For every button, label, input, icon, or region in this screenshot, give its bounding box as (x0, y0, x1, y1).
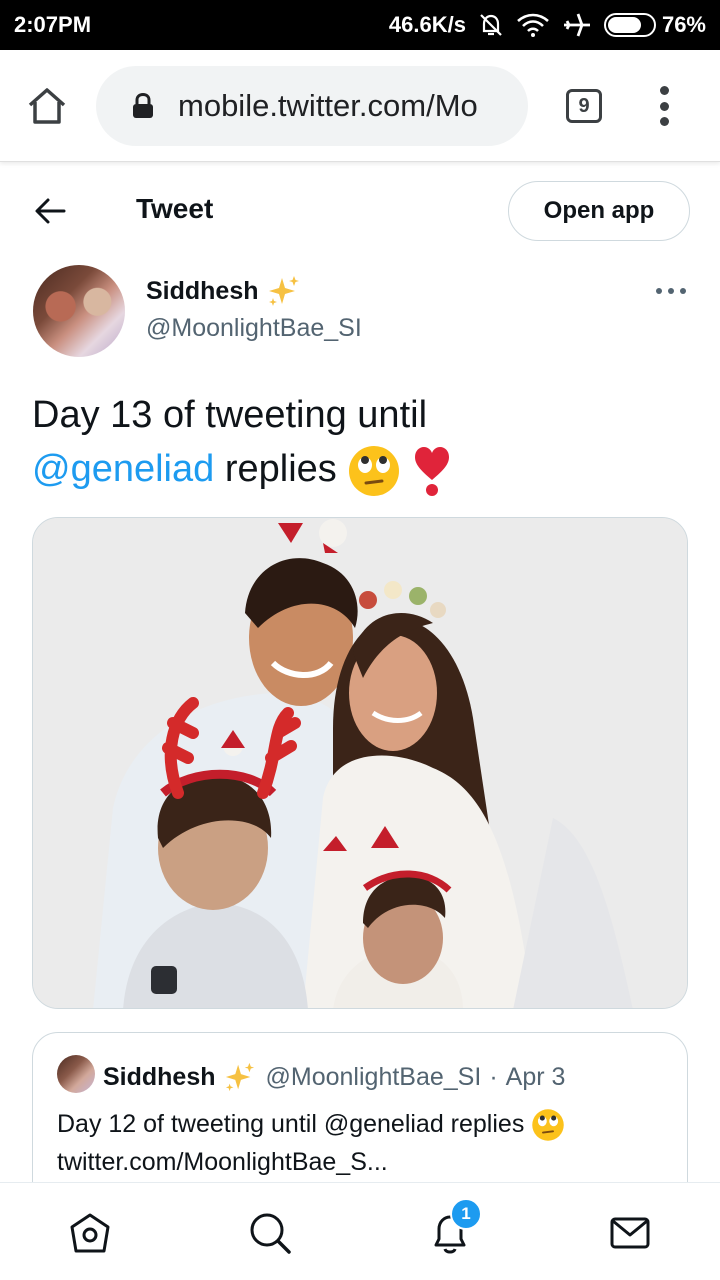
quote-text-line1: Day 12 of tweeting until @geneliad repli… (57, 1110, 525, 1138)
more-dot (680, 288, 686, 294)
quote-separator: · (489, 1062, 498, 1091)
sparkles-icon (268, 276, 299, 306)
quote-text: Day 12 of tweeting until @geneliad repli… (57, 1105, 565, 1181)
family-photo-image (33, 518, 687, 1008)
quote-text-line2: twitter.com/MoonlightBae_S... (57, 1148, 388, 1176)
menu-dot (659, 86, 669, 95)
explore-icon[interactable] (248, 1211, 292, 1255)
url-text: mobile.twitter.com/Mo (178, 88, 478, 123)
status-time: 2:07PM (14, 12, 92, 37)
tweet-photo[interactable] (32, 517, 688, 1009)
author-handle[interactable]: @MoonlightBae_SI (146, 314, 362, 343)
more-icon[interactable] (656, 288, 686, 296)
quote-date: Apr 3 (505, 1062, 566, 1091)
status-bar: 2:07PM 46.6K/s 76% (0, 0, 720, 50)
browser-toolbar: mobile.twitter.com/Mo 9 (0, 50, 720, 162)
tabs-icon[interactable]: 9 (566, 89, 602, 123)
battery-percent: 76% (661, 12, 706, 37)
bottom-nav: 1 (0, 1182, 720, 1280)
quote-author-handle: @MoonlightBae_SI (265, 1062, 482, 1091)
menu-dot (659, 117, 669, 126)
mute-bell-icon (480, 14, 502, 36)
author-name-row[interactable]: Siddhesh (146, 274, 301, 308)
eye-roll-emoji (349, 445, 400, 496)
wifi-icon (517, 13, 549, 37)
lock-icon (133, 93, 153, 118)
avatar[interactable] (33, 265, 125, 357)
open-app-button[interactable]: Open app (508, 181, 690, 241)
notification-badge: 1 (450, 1198, 482, 1230)
more-dot (668, 288, 674, 294)
battery-icon (603, 13, 656, 37)
more-dot (656, 288, 662, 294)
status-indicators: 46.6K/s 76% (389, 11, 706, 39)
mail-icon[interactable] (608, 1211, 652, 1255)
sparkles-icon (225, 1062, 254, 1092)
battery-indicator: 76% (603, 12, 706, 38)
page-title: Tweet (136, 193, 214, 224)
tab-count: 9 (578, 94, 590, 117)
home-icon[interactable] (68, 1211, 112, 1255)
battery-level (607, 17, 642, 33)
author-name: Siddhesh (146, 276, 259, 305)
network-speed: 46.6K/s (388, 12, 466, 37)
tweet-text-after: replies (214, 448, 337, 490)
back-arrow-icon[interactable] (34, 196, 66, 226)
quote-avatar (57, 1055, 95, 1093)
tweet-text: Day 13 of tweeting until @geneliad repli… (32, 388, 692, 498)
address-bar[interactable]: mobile.twitter.com/Mo (96, 66, 528, 146)
menu-dot (659, 101, 669, 111)
home-icon[interactable] (26, 86, 68, 126)
eye-roll-emoji (532, 1109, 565, 1142)
airplane-icon (563, 13, 590, 37)
menu-icon[interactable] (654, 86, 674, 126)
tweet-mention-link[interactable]: @geneliad (32, 448, 214, 490)
tweet-text-before: Day 13 of tweeting until (32, 394, 428, 436)
quote-author-name: Siddhesh (103, 1062, 216, 1091)
quote-header: Siddhesh @MoonlightBae_SI · Apr 3 (103, 1061, 565, 1093)
heart-exclamation-emoji (414, 446, 449, 496)
